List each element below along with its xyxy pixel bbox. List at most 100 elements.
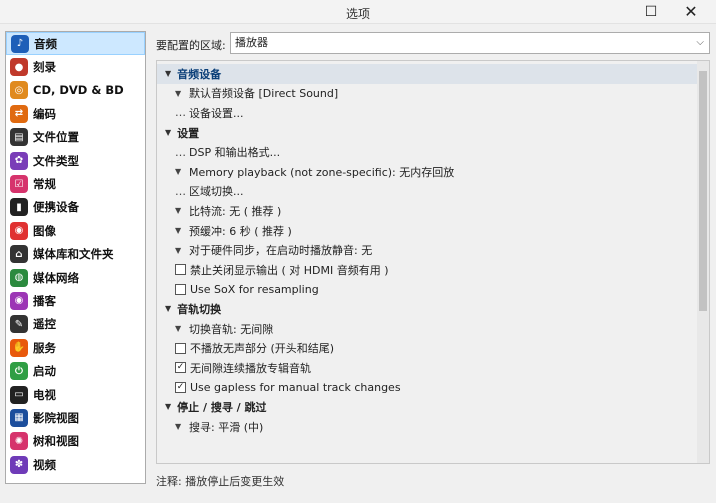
- dropdown-triangle-icon: ▼: [175, 324, 182, 334]
- sidebar-item[interactable]: ✎ 遥控: [6, 313, 145, 336]
- setting-item[interactable]: ▼ 搜寻: 平滑 (中): [157, 417, 699, 437]
- setting-label: 不播放无声部分 (开头和结尾): [190, 342, 335, 356]
- checkbox-unchecked[interactable]: [175, 342, 186, 354]
- setting-item[interactable]: ▼ 预缓冲: 6 秒 ( 推荐 ): [157, 221, 699, 241]
- sidebar-item-label: 播客: [33, 293, 56, 308]
- sidebar-item[interactable]: ♪ 音频: [6, 32, 145, 56]
- sidebar-item[interactable]: ▭ 电视: [6, 383, 145, 406]
- image-icon: ◉: [10, 221, 28, 240]
- collapse-triangle-icon[interactable]: ▼: [165, 128, 171, 137]
- ellipsis-icon: …: [175, 184, 186, 198]
- close-button[interactable]: ✕: [672, 0, 710, 24]
- setting-item[interactable]: … DSP 和输出格式...: [157, 142, 699, 162]
- maximize-button[interactable]: ☐: [632, 0, 670, 24]
- sidebar-item[interactable]: ⏻ 启动: [6, 359, 145, 382]
- burn-icon: ●: [10, 58, 28, 77]
- dropdown-triangle-icon: ▼: [175, 206, 182, 216]
- setting-label: Memory playback (not zone-specific): 无内存…: [189, 165, 455, 179]
- sidebar-item-label: 服务: [33, 340, 56, 355]
- setting-item[interactable]: ▼ 默认音频设备 [Direct Sound]: [157, 84, 699, 104]
- disc-icon: ◎: [10, 81, 28, 100]
- sidebar-item[interactable]: ⇄ 编码: [6, 102, 145, 125]
- setting-checkbox-row[interactable]: 禁止关闭显示输出 ( 对 HDMI 音频有用 ): [157, 260, 699, 280]
- dropdown-triangle-icon: ▼: [175, 226, 182, 236]
- section-header[interactable]: ▼ 设置: [157, 123, 699, 143]
- checkbox-checked[interactable]: ✓: [175, 381, 186, 393]
- setting-label: 音频设备: [177, 67, 222, 81]
- collapse-triangle-icon[interactable]: ▼: [165, 304, 171, 313]
- sidebar-item[interactable]: ✋ 服务: [6, 336, 145, 359]
- podcast-icon: ◉: [10, 291, 28, 310]
- checkbox-unchecked[interactable]: [175, 264, 186, 276]
- sidebar-item-label: 视频: [33, 457, 56, 472]
- setting-checkbox-row[interactable]: Use SoX for resampling: [157, 280, 699, 300]
- setting-item[interactable]: ▼ 比特流: 无 ( 推荐 ): [157, 201, 699, 221]
- setting-label: DSP 和输出格式...: [189, 146, 281, 160]
- setting-label: Use SoX for resampling: [190, 282, 319, 296]
- sidebar-item[interactable]: ✿ 文件类型: [6, 149, 145, 172]
- scrollbar-thumb[interactable]: [699, 71, 707, 311]
- setting-label: 音轨切换: [177, 302, 222, 316]
- sidebar-item[interactable]: ◎ CD, DVD & BD: [6, 79, 145, 102]
- sidebar-item[interactable]: ▮ 便携设备: [6, 196, 145, 219]
- title-bar: 选项 ☐ ✕: [0, 0, 716, 24]
- zone-select[interactable]: 播放器 ⌵: [230, 32, 710, 54]
- collapse-triangle-icon[interactable]: ▼: [165, 69, 171, 78]
- setting-checkbox-row[interactable]: ✓ Use gapless for manual track changes: [157, 378, 699, 398]
- sidebar-item[interactable]: ◉ 播客: [6, 289, 145, 312]
- file-type-icon: ✿: [10, 151, 28, 170]
- sidebar-item-label: 音频: [34, 36, 57, 51]
- setting-label: 无间隙连续播放专辑音轨: [190, 361, 311, 375]
- setting-label: 设备设置...: [189, 106, 244, 120]
- ellipsis-icon: …: [175, 106, 186, 120]
- category-sidebar: ♪ 音频 ● 刻录 ◎ CD, DVD & BD ⇄ 编码 ▤ 文件位置 ✿ 文件类型 ☑ 常规 ▮ 便携设备…: [5, 31, 146, 484]
- sidebar-item[interactable]: ◍ 媒体网络: [6, 266, 145, 289]
- sidebar-item[interactable]: ✺ 树和视图: [6, 430, 145, 453]
- vertical-scrollbar[interactable]: [697, 61, 709, 463]
- dropdown-triangle-icon: ▼: [175, 245, 182, 255]
- sidebar-item[interactable]: ⌂ 媒体库和文件夹: [6, 243, 145, 266]
- sidebar-item[interactable]: ▤ 文件位置: [6, 126, 145, 149]
- setting-label: 设置: [177, 126, 200, 140]
- note-text: 注释: 播放停止后变更生效: [156, 475, 285, 488]
- section-header[interactable]: ▼ 停止 / 搜寻 / 跳过: [157, 397, 699, 417]
- sidebar-item[interactable]: ● 刻录: [6, 55, 145, 78]
- sidebar-item[interactable]: ◉ 图像: [6, 219, 145, 242]
- checkbox-checked[interactable]: ✓: [175, 362, 186, 374]
- sidebar-item-label: CD, DVD & BD: [33, 83, 124, 98]
- zone-select-value: 播放器: [235, 36, 268, 49]
- setting-item[interactable]: … 区域切换...: [157, 182, 699, 202]
- sidebar-item-label: 媒体网络: [33, 270, 79, 285]
- setting-item[interactable]: ▼ Memory playback (not zone-specific): 无内…: [157, 162, 699, 182]
- encode-icon: ⇄: [10, 104, 28, 123]
- section-header[interactable]: ▼ 音轨切换: [157, 299, 699, 319]
- sidebar-item-label: 电视: [33, 387, 56, 402]
- sidebar-item[interactable]: ☑ 常规: [6, 172, 145, 195]
- sidebar-item-label: 编码: [33, 106, 56, 121]
- setting-label: 停止 / 搜寻 / 跳过: [177, 400, 267, 414]
- section-header[interactable]: ▼ 音频设备: [157, 64, 699, 84]
- window-title: 选项: [345, 7, 370, 21]
- setting-item[interactable]: … 设备设置...: [157, 103, 699, 123]
- services-icon: ✋: [10, 338, 28, 357]
- setting-checkbox-row[interactable]: ✓ 无间隙连续播放专辑音轨: [157, 358, 699, 378]
- setting-item[interactable]: ▼ 切换音轨: 无间隙: [157, 319, 699, 339]
- collapse-triangle-icon[interactable]: ▼: [165, 402, 171, 411]
- checkbox-unchecked[interactable]: [175, 283, 186, 295]
- video-icon: ✽: [10, 455, 28, 474]
- setting-label: 禁止关闭显示输出 ( 对 HDMI 音频有用 ): [190, 263, 389, 277]
- library-icon: ⌂: [10, 245, 28, 264]
- setting-label: 对于硬件同步，在启动时播放静音: 无: [189, 244, 373, 258]
- setting-item[interactable]: ▼ 对于硬件同步，在启动时播放静音: 无: [157, 240, 699, 260]
- tv-icon: ▭: [10, 385, 28, 404]
- theater-view-icon: ▦: [10, 408, 28, 427]
- sidebar-item[interactable]: ▦ 影院视图: [6, 406, 145, 429]
- setting-label: 默认音频设备 [Direct Sound]: [189, 87, 339, 101]
- setting-checkbox-row[interactable]: 不播放无声部分 (开头和结尾): [157, 338, 699, 358]
- settings-panel: ▼ 搜寻: 平滑 (中) ▼ 停止 / 搜寻 / 跳过 ✓ Use gapless for…: [156, 60, 710, 464]
- sidebar-item-label: 启动: [33, 364, 56, 379]
- sidebar-item-label: 遥控: [33, 317, 56, 332]
- sidebar-item[interactable]: ✽ 视频: [6, 453, 145, 476]
- startup-icon: ⏻: [10, 362, 28, 381]
- file-location-icon: ▤: [10, 128, 28, 147]
